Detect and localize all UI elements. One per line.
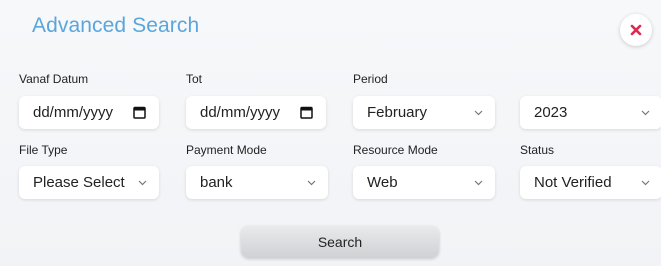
calendar-icon[interactable] — [300, 106, 313, 119]
calendar-icon[interactable] — [133, 106, 146, 119]
close-button[interactable] — [620, 14, 652, 46]
resource-mode-select[interactable]: Web — [353, 166, 495, 199]
payment-mode-label: Payment Mode — [186, 143, 267, 157]
year-value: 2023 — [534, 104, 568, 121]
chevron-down-icon — [474, 180, 483, 185]
year-select[interactable]: 2023 — [520, 96, 661, 129]
file-type-label: File Type — [19, 143, 68, 157]
period-label: Period — [353, 72, 388, 86]
vanaf-datum-label: Vanaf Datum — [19, 72, 89, 86]
status-label: Status — [520, 143, 555, 157]
tot-input[interactable]: dd/mm/yyyy — [186, 96, 326, 129]
chevron-down-icon — [641, 110, 650, 115]
period-value: February — [367, 104, 428, 121]
status-value: Not Verified — [534, 174, 612, 191]
resource-mode-value: Web — [367, 174, 398, 191]
period-select[interactable]: February — [353, 96, 495, 129]
resource-mode-label: Resource Mode — [353, 143, 438, 157]
chevron-down-icon — [138, 180, 147, 185]
vanaf-datum-value: dd/mm/yyyy — [33, 104, 114, 121]
search-button[interactable]: Search — [241, 226, 439, 258]
advanced-search-dialog: Advanced Search Vanaf Datum Tot Period d… — [0, 0, 661, 266]
close-x-icon — [630, 24, 642, 36]
payment-mode-select[interactable]: bank — [186, 166, 328, 199]
tot-label: Tot — [186, 72, 203, 86]
payment-mode-value: bank — [200, 174, 233, 191]
status-select[interactable]: Not Verified — [520, 166, 661, 199]
vanaf-datum-input[interactable]: dd/mm/yyyy — [19, 96, 159, 129]
chevron-down-icon — [641, 180, 650, 185]
tot-value: dd/mm/yyyy — [200, 104, 281, 121]
dialog-title: Advanced Search — [32, 14, 200, 37]
chevron-down-icon — [307, 180, 316, 185]
file-type-select[interactable]: Please Select — [19, 166, 159, 199]
chevron-down-icon — [474, 110, 483, 115]
file-type-value: Please Select — [33, 174, 125, 191]
